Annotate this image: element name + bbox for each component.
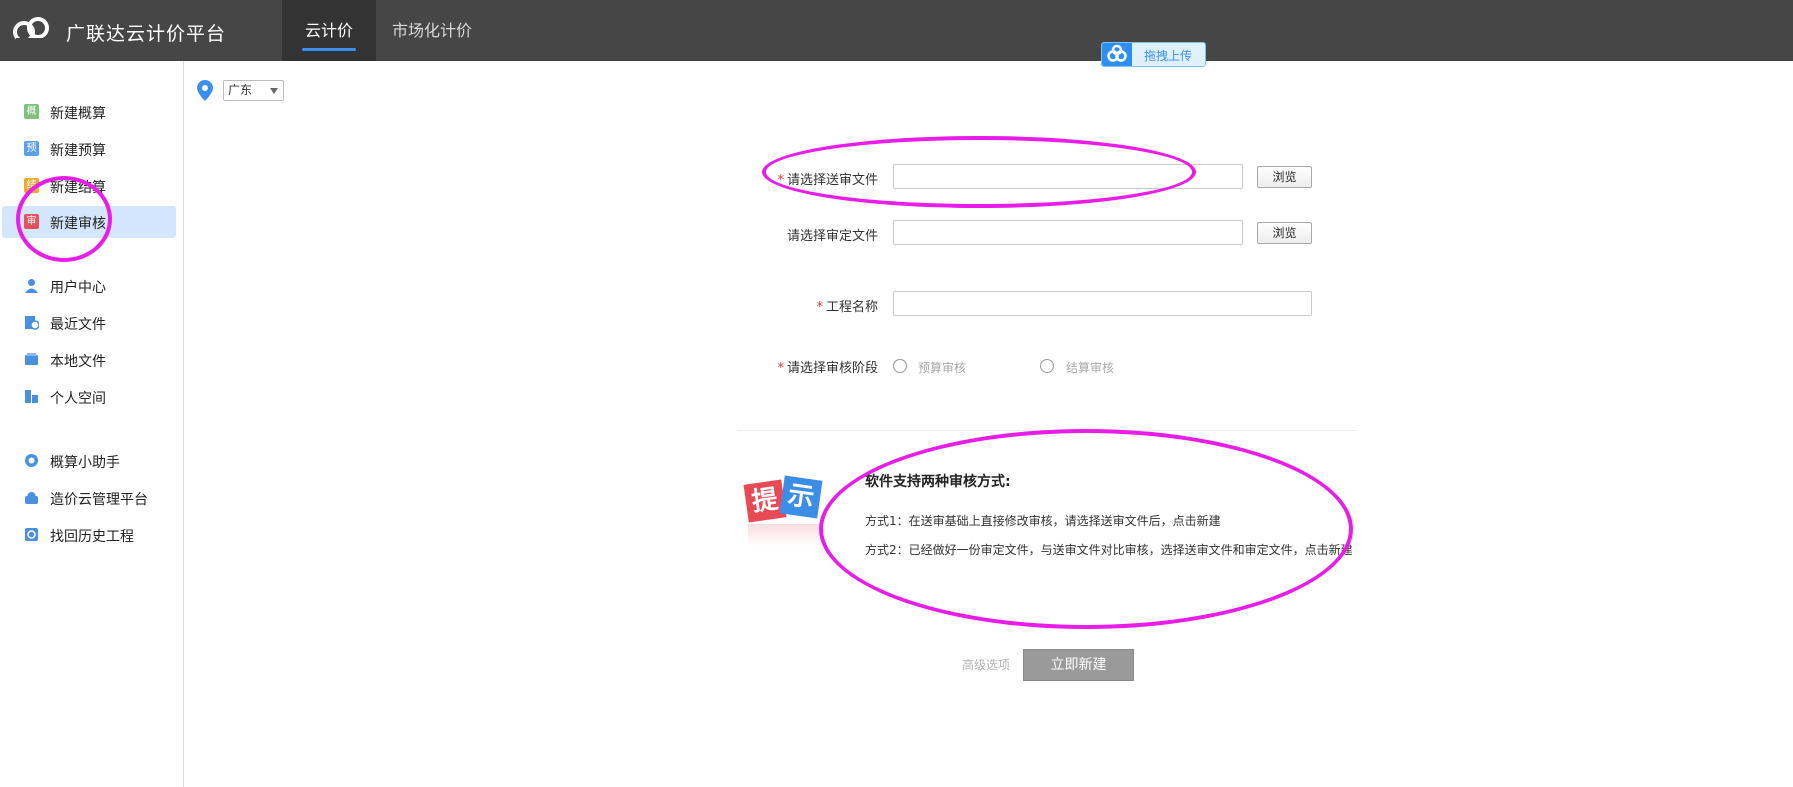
active-tab-indicator (302, 48, 356, 51)
local-files-icon (25, 353, 38, 365)
approved-file-label: 请选择审定文件 (786, 229, 878, 244)
sidebar-item-label: 概算小助手 (50, 455, 120, 471)
sidebar-item-label: 造价云管理平台 (50, 492, 148, 508)
required-mark: * (816, 300, 823, 315)
radio-budget-audit-label: 预算审核 (918, 361, 967, 375)
sidebar-item-label: 用户中心 (50, 280, 106, 296)
project-name-input[interactable] (893, 291, 1312, 316)
tip-badge-icon: 提 示 (742, 470, 826, 560)
submit-file-input[interactable] (893, 164, 1243, 189)
annotation-ellipse-tip (819, 429, 1353, 629)
cloud-upload-icon (1102, 43, 1132, 66)
sidebar-item-recover-history[interactable]: 找回历史工程 (0, 519, 174, 551)
tip-badge-char: 提 (743, 479, 787, 523)
recent-files-icon (25, 316, 39, 330)
sidebar: 概 新建概算 预 新建预算 结 新建结算 审 新建审核 用户中心 最近文件 本地… (0, 61, 184, 787)
create-now-button[interactable]: 立即新建 (1023, 649, 1134, 681)
project-name-label: * 工程名称 (760, 296, 878, 315)
browse-approved-file-button[interactable]: 浏览 (1257, 222, 1312, 244)
cloud-platform-icon (25, 492, 38, 504)
browse-submit-file-button[interactable]: 浏览 (1257, 166, 1312, 188)
drag-upload-label: 拖拽上传 (1144, 49, 1193, 63)
region-select[interactable]: 广东 (223, 80, 284, 101)
tip-line-method-2: 方式2：已经做好一份审定文件，与送审文件对比审核，选择送审文件和审定文件，点击新… (865, 543, 1353, 557)
approved-file-input[interactable] (893, 220, 1243, 245)
sidebar-item-local-files[interactable]: 本地文件 (0, 344, 174, 376)
sidebar-item-label: 新建概算 (50, 106, 106, 122)
sidebar-item-new-estimate[interactable]: 概 新建概算 (0, 96, 174, 128)
sidebar-item-estimate-assistant[interactable]: 概算小助手 (0, 445, 174, 477)
tip-badge-char: 示 (779, 475, 823, 519)
advanced-options-link[interactable]: 高级选项 (962, 656, 1010, 673)
sidebar-item-new-audit[interactable]: 审 新建审核 (2, 206, 176, 238)
user-icon (25, 279, 38, 293)
sidebar-item-user-center[interactable]: 用户中心 (0, 270, 174, 302)
history-icon (25, 528, 38, 541)
estimate-icon: 概 (24, 104, 39, 119)
assistant-icon (25, 454, 38, 467)
sidebar-item-label: 新建预算 (50, 143, 106, 159)
sidebar-item-label: 新建审核 (50, 216, 106, 232)
sidebar-item-label: 最近文件 (50, 317, 106, 333)
settlement-icon: 结 (24, 178, 39, 193)
sidebar-item-label: 个人空间 (50, 391, 106, 407)
tab-label: 云计价 (304, 21, 353, 40)
glodon-logo-icon (13, 17, 49, 43)
personal-space-icon (25, 390, 38, 403)
sidebar-item-new-budget[interactable]: 预 新建预算 (0, 133, 174, 165)
budget-icon: 预 (24, 141, 39, 156)
sidebar-item-label: 新建结算 (50, 180, 106, 196)
tip-line-method-1: 方式1：在送审基础上直接修改审核，请选择送审文件后，点击新建 (865, 514, 1221, 528)
sidebar-item-label: 本地文件 (50, 354, 106, 370)
tip-title: 软件支持两种审核方式: (865, 474, 1011, 490)
top-bar: 广联达云计价平台 云计价 市场化计价 (0, 0, 1793, 61)
submit-file-label: * 请选择送审文件 (760, 169, 878, 188)
sidebar-item-recent-files[interactable]: 最近文件 (0, 307, 174, 339)
sidebar-item-label: 找回历史工程 (50, 529, 134, 545)
chevron-down-icon (270, 88, 278, 94)
project-name-label-text: 工程名称 (825, 300, 878, 315)
sidebar-item-new-settlement[interactable]: 结 新建结算 (0, 170, 174, 202)
submit-file-label-text: 请选择送审文件 (786, 173, 878, 188)
tab-market-pricing[interactable]: 市场化计价 (376, 0, 488, 61)
radio-settlement-audit-label: 结算审核 (1066, 361, 1115, 375)
app-title: 广联达云计价平台 (66, 23, 227, 45)
location-pin-icon (197, 80, 213, 101)
sidebar-item-cost-cloud-platform[interactable]: 造价云管理平台 (0, 482, 174, 514)
audit-stage-label: * 请选择审核阶段 (760, 357, 878, 376)
sidebar-item-personal-space[interactable]: 个人空间 (0, 381, 174, 413)
radio-budget-audit[interactable] (893, 359, 907, 373)
required-mark: * (777, 173, 784, 188)
tab-cloud-pricing[interactable]: 云计价 (282, 0, 376, 61)
audit-stage-label-text: 请选择审核阶段 (786, 361, 878, 376)
section-divider (737, 430, 1357, 431)
tab-label: 市场化计价 (391, 21, 472, 40)
required-mark: * (777, 361, 784, 376)
region-select-value: 广东 (228, 83, 253, 97)
audit-icon: 审 (24, 214, 39, 229)
radio-settlement-audit[interactable] (1040, 359, 1054, 373)
drag-upload-button[interactable]: 拖拽上传 (1101, 42, 1206, 67)
tip-badge-reflection (748, 524, 822, 546)
